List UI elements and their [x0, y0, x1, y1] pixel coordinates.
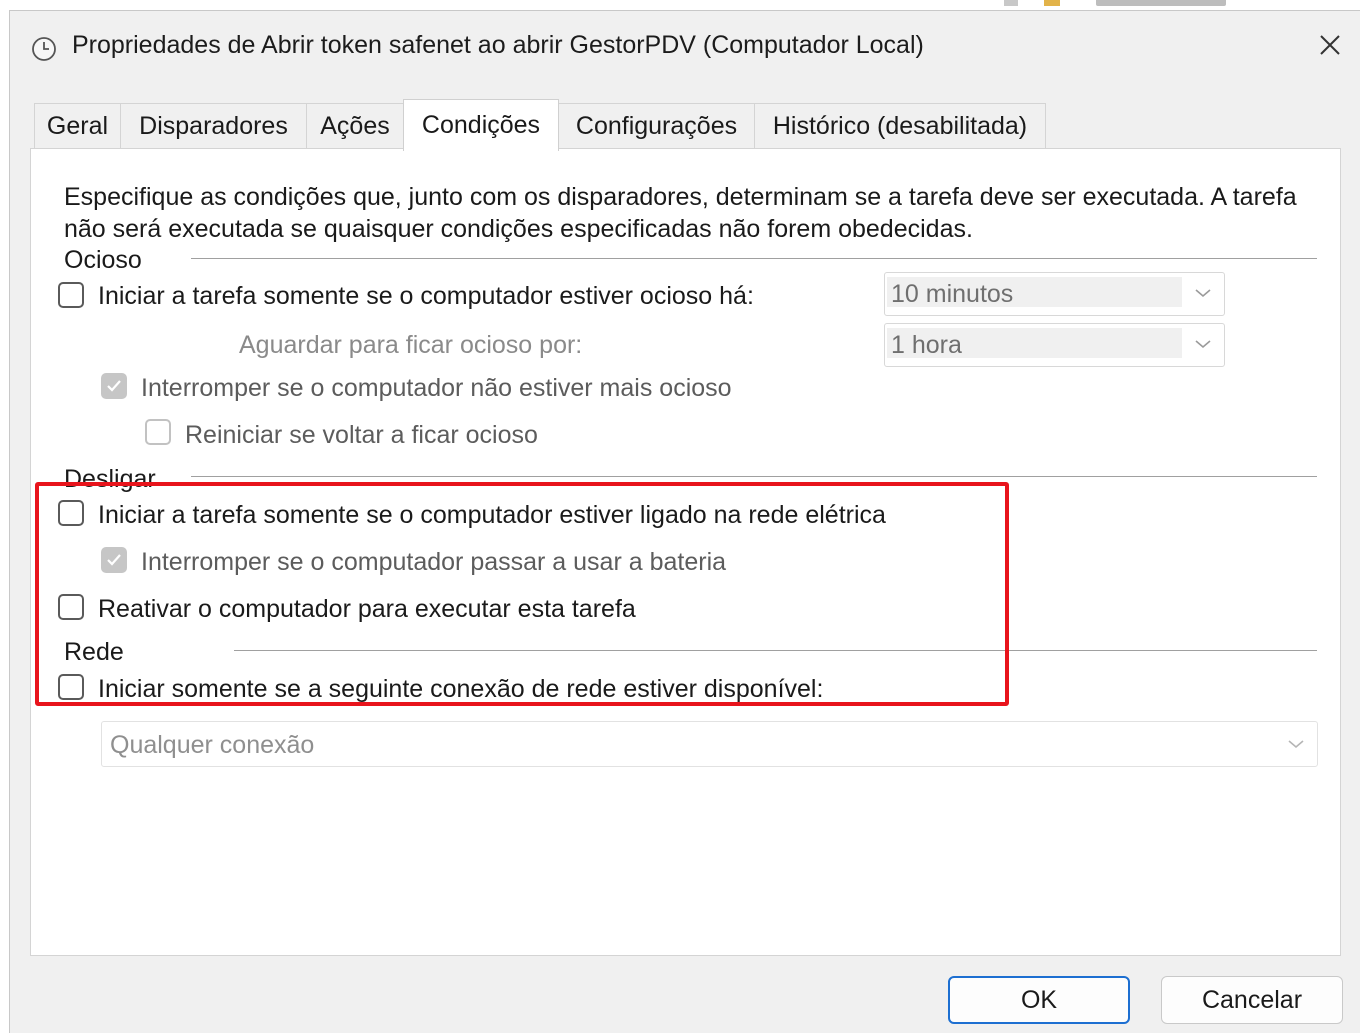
chevron-down-icon	[1288, 740, 1304, 749]
group-divider-power	[191, 476, 1317, 477]
idle-duration-select[interactable]: 10 minutos	[884, 272, 1225, 316]
idle-wait-value: 1 hora	[891, 331, 962, 359]
network-connection-value: Qualquer conexão	[110, 731, 315, 759]
idle-stop-checkbox[interactable]	[101, 373, 127, 399]
tab-disparadores[interactable]: Disparadores	[120, 103, 307, 149]
idle-restart-label: Reiniciar se voltar a ficar ocioso	[185, 421, 538, 449]
clock-icon	[32, 37, 56, 61]
power-ac-label: Iniciar a tarefa somente se o computador…	[98, 501, 886, 529]
title-bar: Propriedades de Abrir token safenet ao a…	[10, 11, 1360, 85]
power-battery-label: Interromper se o computador passar a usa…	[141, 548, 727, 576]
chevron-down-icon	[1195, 340, 1211, 349]
idle-restart-checkbox[interactable]	[145, 419, 171, 445]
window-title: Propriedades de Abrir token safenet ao a…	[72, 31, 924, 59]
idle-stop-label: Interromper se o computador não estiver …	[141, 374, 732, 402]
idle-wait-label: Aguardar para ficar ocioso por:	[239, 331, 583, 359]
network-label: Iniciar somente se a seguinte conexão de…	[98, 675, 824, 703]
close-icon	[1320, 35, 1340, 55]
power-battery-checkbox[interactable]	[101, 547, 127, 573]
group-divider-network	[234, 650, 1317, 651]
group-label-idle: Ocioso	[64, 246, 142, 274]
idle-duration-value: 10 minutos	[891, 280, 1014, 308]
network-connection-select[interactable]: Qualquer conexão	[101, 721, 1318, 767]
wake-label: Reativar o computador para executar esta…	[98, 595, 636, 623]
checkmark-icon	[107, 554, 121, 566]
idle-start-label: Iniciar a tarefa somente se o computador…	[98, 282, 754, 310]
chevron-down-icon	[1195, 289, 1211, 298]
background-window-peek	[1000, 0, 1240, 10]
group-label-network: Rede	[64, 638, 124, 666]
tab-historico[interactable]: Histórico (desabilitada)	[754, 103, 1046, 149]
network-checkbox[interactable]	[58, 674, 84, 700]
group-label-power: Desligar	[64, 465, 156, 493]
wake-checkbox[interactable]	[58, 594, 84, 620]
conditions-description: Especifique as condições que, junto com …	[64, 183, 1297, 243]
tab-configuracoes[interactable]: Configurações	[558, 103, 755, 149]
checkmark-icon	[107, 380, 121, 392]
conditions-panel: Especifique as condições que, junto com …	[30, 148, 1341, 956]
group-divider-idle	[191, 258, 1317, 259]
tab-acoes[interactable]: Ações	[306, 103, 404, 149]
idle-start-checkbox[interactable]	[58, 282, 84, 308]
power-ac-checkbox[interactable]	[58, 500, 84, 526]
ok-button[interactable]: OK	[948, 976, 1130, 1024]
cancel-button[interactable]: Cancelar	[1161, 976, 1343, 1024]
tab-geral[interactable]: Geral	[34, 103, 121, 149]
task-properties-dialog: Propriedades de Abrir token safenet ao a…	[9, 10, 1360, 1033]
tab-condicoes[interactable]: Condições	[403, 99, 559, 151]
idle-wait-select[interactable]: 1 hora	[884, 323, 1225, 367]
close-button[interactable]	[1310, 25, 1350, 65]
